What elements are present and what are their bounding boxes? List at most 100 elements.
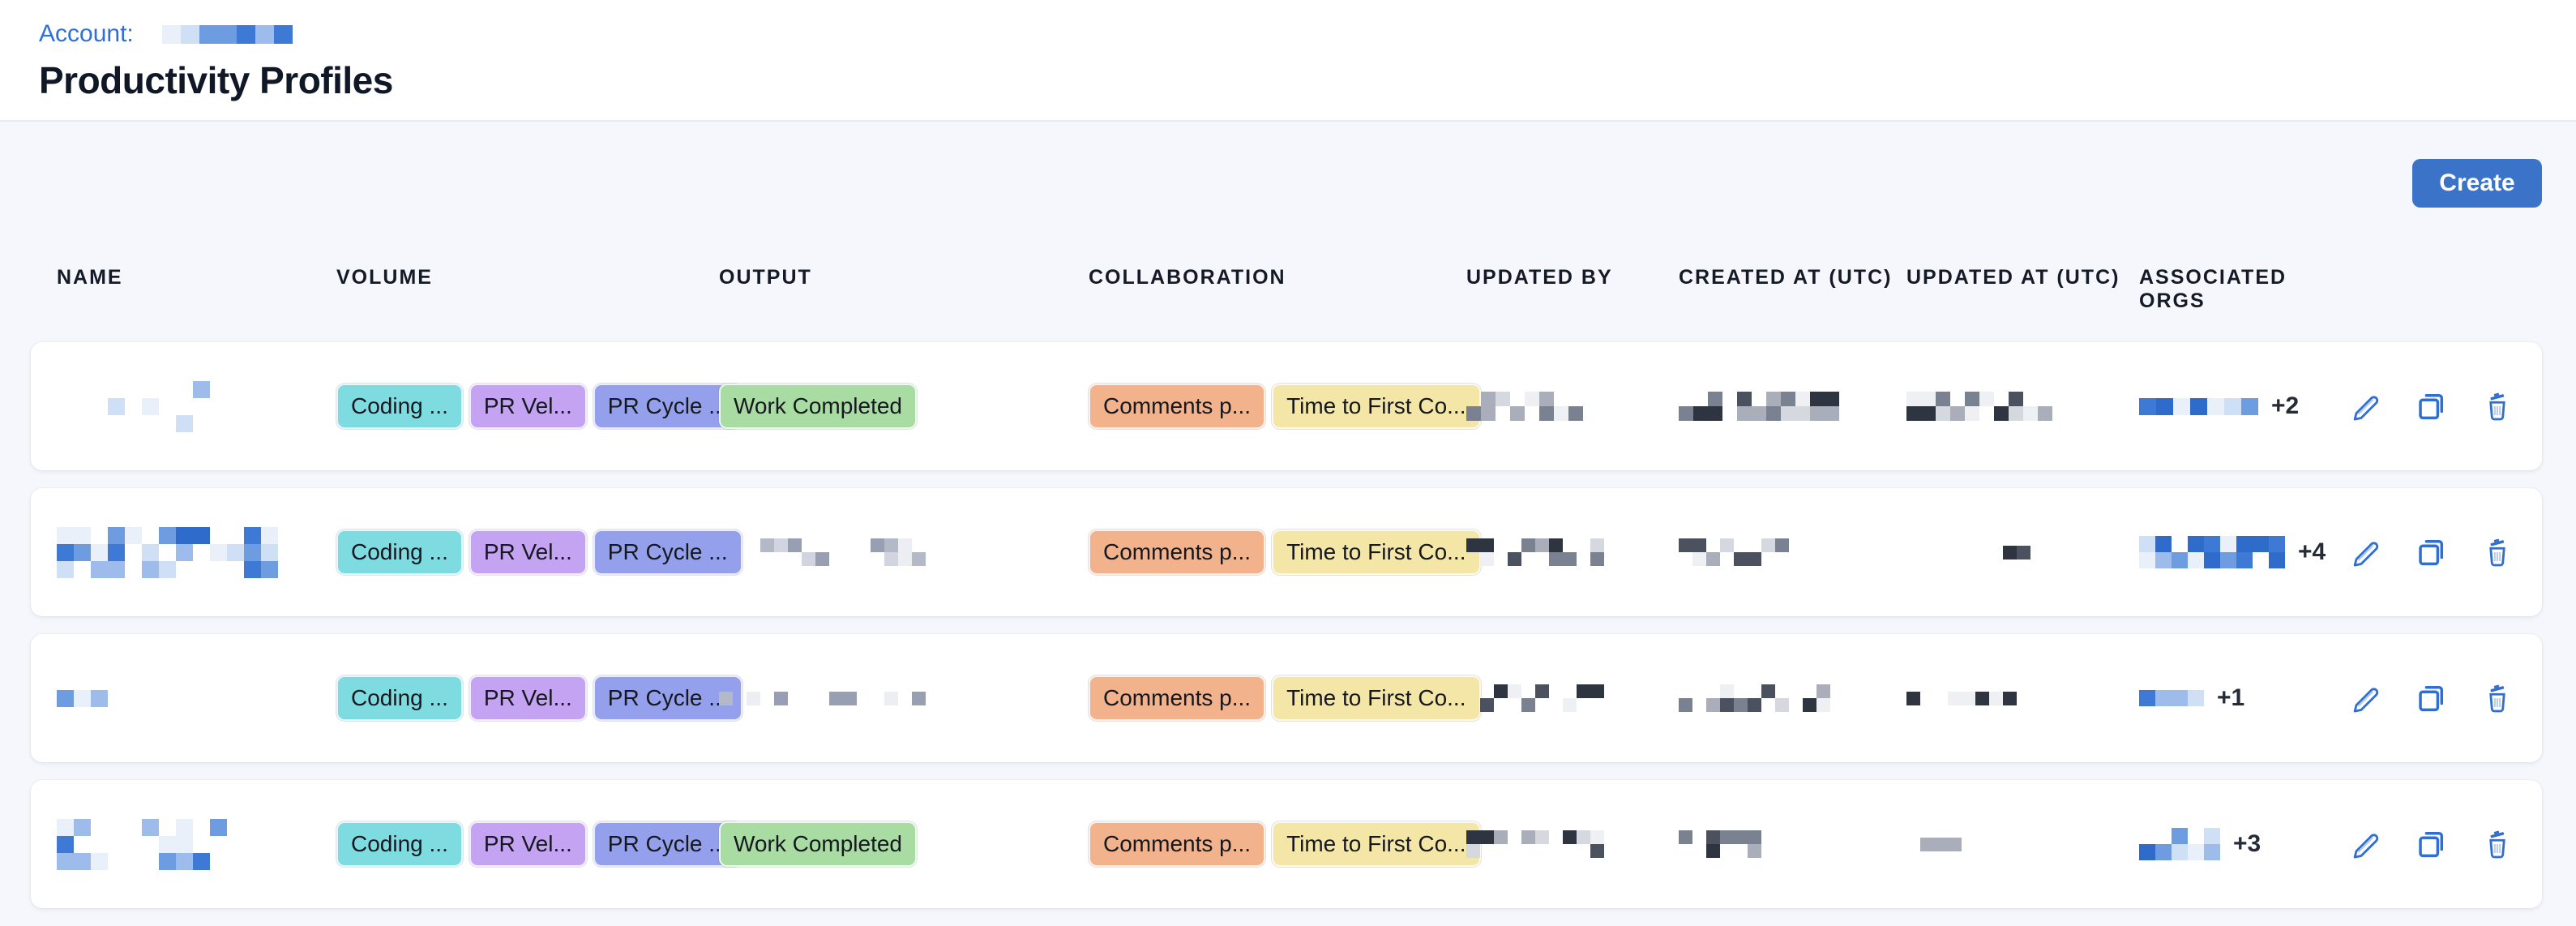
tag-coding: Coding ... <box>336 529 463 575</box>
page-title: Productivity Profiles <box>39 58 2537 102</box>
duplicate-button[interactable] <box>2412 388 2450 425</box>
table-header-row: NAMEVOLUMEOUTPUTCOLLABORATIONUPDATED BYC… <box>31 266 2542 313</box>
edit-button[interactable] <box>2346 679 2383 717</box>
cell-created-at <box>1679 538 1906 566</box>
delete-button[interactable] <box>2479 679 2516 717</box>
volume-tags: Coding ...PR Vel...PR Cycle ... <box>336 821 742 867</box>
column-header-collab: COLLABORATION <box>1089 266 1466 313</box>
orgs-more-count: +2 <box>2271 392 2299 420</box>
pencil-icon <box>2347 559 2381 572</box>
table-body: Coding ...PR Vel...PR Cycle ...Work Comp… <box>31 342 2542 908</box>
column-header-output: OUTPUT <box>719 266 1089 313</box>
redacted-updated-by <box>1466 830 1604 858</box>
collaboration-tags: Comments p...Time to First Co... <box>1089 821 1481 867</box>
collaboration-tags: Comments p...Time to First Co... <box>1089 384 1481 429</box>
cell-name <box>57 690 336 707</box>
cell-updated-at <box>1906 546 2139 559</box>
cell-updated-at <box>1906 692 2139 705</box>
tag-pr-vel: PR Vel... <box>469 821 587 867</box>
cell-collaboration: Comments p...Time to First Co... <box>1089 821 1466 867</box>
cell-output: Work Completed <box>719 821 1089 867</box>
cell-associated-orgs: +4 <box>2139 536 2342 568</box>
cell-updated-by <box>1466 830 1679 858</box>
cell-output <box>719 538 1089 566</box>
orgs-more-count: +3 <box>2233 830 2261 858</box>
tag-time-to-first-co: Time to First Co... <box>1272 384 1480 429</box>
cell-created-at <box>1679 684 1906 712</box>
pencil-icon <box>2347 851 2381 864</box>
account-value-redacted <box>143 25 293 44</box>
account-label: Account: <box>39 20 134 48</box>
delete-button[interactable] <box>2479 534 2516 571</box>
redacted-updated-at <box>1906 838 1962 851</box>
cell-output <box>719 692 1089 705</box>
orgs-more-count: +1 <box>2217 684 2244 712</box>
cell-name <box>57 819 336 870</box>
tag-comments-p: Comments p... <box>1089 529 1265 575</box>
cell-collaboration: Comments p...Time to First Co... <box>1089 529 1466 575</box>
cell-collaboration: Comments p...Time to First Co... <box>1089 384 1466 429</box>
pencil-icon <box>2347 414 2381 426</box>
cell-name <box>57 381 336 432</box>
cell-associated-orgs: +2 <box>2139 392 2342 420</box>
redacted-created-at <box>1679 684 1830 712</box>
redacted-name <box>57 819 244 870</box>
redacted-orgs <box>2139 398 2258 415</box>
delete-button[interactable] <box>2479 388 2516 425</box>
cell-collaboration: Comments p...Time to First Co... <box>1089 675 1466 721</box>
cell-volume: Coding ...PR Vel...PR Cycle ... <box>336 384 719 429</box>
copy-icon <box>2414 851 2448 864</box>
table-row: Coding ...PR Vel...PR Cycle ...Work Comp… <box>31 342 2542 470</box>
column-header-volume: VOLUME <box>336 266 719 313</box>
redacted-updated-at <box>1906 546 2058 559</box>
trash-icon <box>2480 414 2514 426</box>
page-header: Account: Productivity Profiles <box>0 0 2576 122</box>
cell-updated-at <box>1906 392 2139 421</box>
cell-created-at <box>1679 830 1906 858</box>
copy-icon <box>2414 705 2448 718</box>
edit-button[interactable] <box>2346 388 2383 425</box>
column-header-name: NAME <box>57 266 336 313</box>
edit-button[interactable] <box>2346 825 2383 863</box>
redacted-output <box>719 692 926 705</box>
toolbar: Create <box>31 122 2542 208</box>
cell-actions <box>2342 534 2523 571</box>
table-row: Coding ...PR Vel...PR Cycle ...Comments … <box>31 634 2542 762</box>
cell-updated-by <box>1466 538 1679 566</box>
tag-time-to-first-co: Time to First Co... <box>1272 821 1480 867</box>
copy-icon <box>2414 559 2448 572</box>
edit-button[interactable] <box>2346 534 2383 571</box>
duplicate-button[interactable] <box>2412 679 2450 717</box>
column-header-orgs: ASSOCIATED ORGS <box>2139 266 2342 313</box>
tag-pr-vel: PR Vel... <box>469 675 587 721</box>
trash-icon <box>2480 559 2514 572</box>
cell-output: Work Completed <box>719 384 1089 429</box>
redacted-updated-by <box>1466 392 1583 421</box>
redacted-created-at <box>1679 392 1839 421</box>
trash-icon <box>2480 851 2514 864</box>
cell-name <box>57 527 336 578</box>
redacted-name <box>57 690 108 707</box>
volume-tags: Coding ...PR Vel...PR Cycle ... <box>336 384 742 429</box>
cell-associated-orgs: +3 <box>2139 828 2342 860</box>
trash-icon <box>2480 705 2514 718</box>
create-button[interactable]: Create <box>2412 159 2542 208</box>
column-header-created: CREATED AT (UTC) <box>1679 266 1906 313</box>
main-content: Create NAMEVOLUMEOUTPUTCOLLABORATIONUPDA… <box>0 122 2576 908</box>
column-header-updated: UPDATED AT (UTC) <box>1906 266 2139 313</box>
duplicate-button[interactable] <box>2412 534 2450 571</box>
redacted-orgs <box>2139 828 2220 860</box>
cell-actions <box>2342 825 2523 863</box>
account-breadcrumb[interactable]: Account: <box>39 19 2537 49</box>
redacted-orgs <box>2139 690 2204 706</box>
duplicate-button[interactable] <box>2412 825 2450 863</box>
tag-coding: Coding ... <box>336 821 463 867</box>
redacted-name <box>57 381 210 432</box>
redacted-updated-by <box>1466 684 1604 712</box>
tag-work-completed: Work Completed <box>719 821 917 867</box>
cell-associated-orgs: +1 <box>2139 684 2342 712</box>
collaboration-tags: Comments p...Time to First Co... <box>1089 675 1481 721</box>
delete-button[interactable] <box>2479 825 2516 863</box>
cell-updated-by <box>1466 392 1679 421</box>
cell-updated-by <box>1466 684 1679 712</box>
